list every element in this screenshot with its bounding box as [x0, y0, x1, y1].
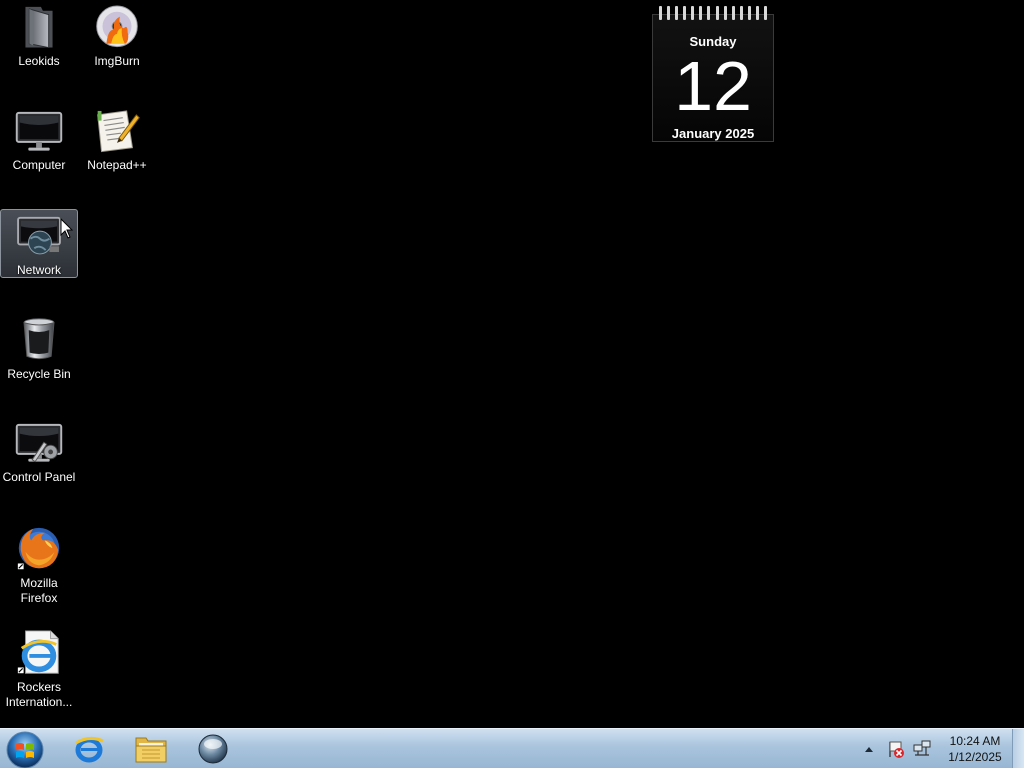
desktop-icon-label: Mozilla Firefox [20, 576, 58, 605]
desktop-icon-label: ImgBurn [94, 54, 140, 69]
internet-explorer-shortcut-icon [17, 630, 59, 674]
taskbar-internet-explorer-button[interactable] [60, 731, 118, 767]
desktop-icon-notepad-plus-plus[interactable]: Notepad++ [78, 104, 156, 174]
desktop-icon-label: Rockers Internation... [5, 680, 73, 709]
internet-explorer-icon [75, 736, 104, 763]
firefox-icon [17, 527, 60, 570]
calendar-page: Sunday 12 January 2025 [652, 14, 774, 142]
windows-start-icon [6, 731, 44, 768]
desktop-icon-leokids[interactable]: Leokids [0, 0, 78, 70]
clock-date: 1/12/2025 [948, 750, 1002, 764]
desktop-icon-rockers-internation[interactable]: Rockers Internation... [0, 624, 78, 710]
system-tray: 10:24 AM 1/12/2025 [862, 729, 1024, 768]
desktop-icon-computer[interactable]: Computer [0, 104, 78, 174]
taskbar-windows-explorer-button[interactable] [122, 731, 180, 767]
taskbar-clock[interactable]: 10:24 AM 1/12/2025 [942, 733, 1008, 765]
desktop-icon-imgburn[interactable]: ImgBurn [78, 0, 156, 70]
desktop-icon-network[interactable]: Network [0, 209, 78, 278]
calendar-month-year: January 2025 [671, 126, 755, 141]
desktop-icon-label: Network [16, 262, 61, 277]
show-hidden-icons-button[interactable] [862, 739, 876, 759]
desktop-icon-mozilla-firefox[interactable]: Mozilla Firefox [0, 520, 78, 606]
calendar-gadget[interactable]: Sunday 12 January 2025 [652, 6, 774, 142]
computer-icon [15, 111, 63, 151]
windows-explorer-icon [135, 737, 167, 763]
desktop-icon-control-panel[interactable]: Control Panel [0, 416, 78, 486]
network-icon [17, 216, 61, 255]
taskbar: 10:24 AM 1/12/2025 [0, 728, 1024, 768]
taskbar-media-player-button[interactable] [184, 731, 242, 767]
show-hidden-icons-arrow [865, 747, 873, 752]
network-tray-icon [913, 740, 931, 756]
recycle-bin-icon [23, 318, 55, 360]
action-center-icon [889, 741, 904, 758]
desktop-icon-label: Leokids [18, 54, 60, 69]
control-panel-icon [15, 423, 63, 463]
imgburn-icon [96, 5, 138, 48]
calendar-date-number: 12 [674, 47, 752, 125]
desktop-icon-label: Control Panel [2, 470, 76, 485]
start-button[interactable] [2, 730, 48, 768]
show-desktop-button[interactable] [1012, 729, 1024, 768]
desktop-icon-label: Computer [12, 158, 66, 173]
notepad-icon [97, 110, 140, 153]
clock-time: 10:24 AM [949, 734, 1001, 748]
folder-icon [25, 6, 53, 49]
desktop-icon-recycle-bin[interactable]: Recycle Bin [0, 312, 78, 382]
network-tray-button[interactable] [912, 739, 932, 759]
desktop-icon-label: Recycle Bin [7, 366, 71, 381]
calendar-binding-rings [652, 6, 774, 22]
desktop-icon-label: Notepad++ [87, 158, 147, 173]
action-center-button[interactable] [886, 739, 906, 759]
desktop[interactable]: Leokids ImgBurn Computer Notepad++ Netwo… [0, 0, 1024, 728]
media-player-icon [198, 734, 228, 764]
